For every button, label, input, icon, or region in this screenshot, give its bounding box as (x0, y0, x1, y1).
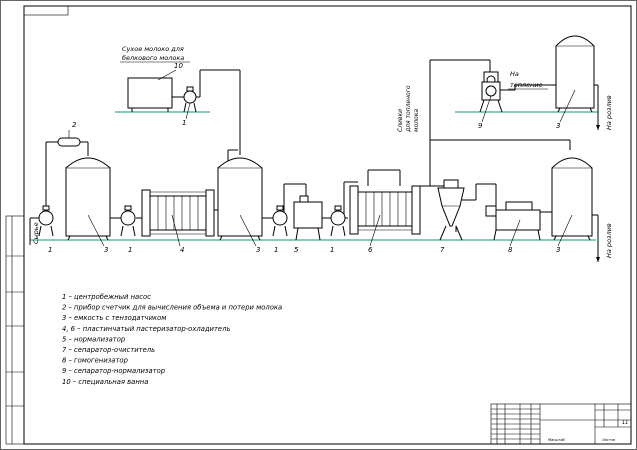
separator-cleaner-7 (437, 179, 465, 241)
label-7: 7 (440, 246, 445, 254)
cream-label-line3: молока (413, 109, 420, 132)
title-block: 11 Листов Масштаб (490, 403, 632, 445)
to-melt-label-line2: топление (510, 81, 543, 89)
label-6: 6 (368, 246, 373, 254)
pump-1-second (120, 205, 136, 237)
pump-1-left (38, 205, 54, 237)
separator-normalizer-9 (479, 71, 503, 113)
raw-milk-label: Сырье (32, 222, 40, 244)
tank-3-third (551, 157, 593, 241)
label-1-b: 1 (128, 246, 132, 254)
label-3-d: 3 (556, 122, 560, 130)
counter-device-2 (57, 130, 81, 147)
homogenizer-8 (485, 201, 541, 241)
normalizer-5 (293, 195, 323, 241)
pump-1-third (272, 205, 288, 237)
label-1-a: 1 (48, 246, 52, 254)
equipment (38, 35, 595, 241)
legend-item: 1 – центробежный насос (62, 293, 151, 301)
legend-item: 5 – нормализатор (62, 335, 125, 343)
label-1-d: 1 (330, 246, 334, 254)
cream-label: Сливки (397, 109, 404, 132)
legend-item: 4, 6 – пластинчатый пастеризатор-охладит… (62, 325, 230, 333)
label-2: 2 (72, 121, 77, 129)
pump-1-fourth (330, 205, 346, 237)
to-bottling-label-top: На розлив (605, 95, 613, 130)
plate-pasteurizer-4 (141, 189, 215, 237)
tank-3-second (217, 157, 263, 241)
label-3-b: 3 (256, 246, 260, 254)
label-3-a: 3 (104, 246, 108, 254)
tank-3-first (65, 150, 111, 241)
label-9: 9 (478, 122, 483, 130)
label-10: 10 (174, 62, 183, 70)
dry-milk-label-line2: белкового молока (122, 54, 184, 62)
label-3-c: 3 (556, 246, 560, 254)
cream-label-line2: для топленого (405, 85, 412, 133)
plate-pasteurizer-6 (349, 185, 421, 235)
legend-item: 10 – специальная ванна (62, 378, 148, 386)
legend: 1 – центробежный насос 2 – прибор счетчик… (62, 293, 282, 386)
label-1-c: 1 (274, 246, 278, 254)
legend-item: 8 – гомогенизатор (62, 357, 128, 365)
legend-item: 7 – сепаратор-очиститель (62, 346, 155, 354)
label-5: 5 (294, 246, 299, 254)
stamp-sheet-number: 11 (622, 420, 628, 426)
label-4: 4 (180, 246, 184, 254)
legend-item: 3 – емкость с тензодатчиком (62, 314, 166, 322)
pump-1-dry-milk (183, 86, 197, 113)
tank-3-top-right (555, 35, 595, 113)
process-flow-diagram: 11 Листов Масштаб На розлив На розлив 1 … (0, 0, 637, 450)
stamp-scale-label: Масштаб (548, 438, 565, 442)
legend-item: 9 – сепаратор-нормализатор (62, 367, 165, 375)
legend-item: 2 – прибор счетчик для вычисления объема… (62, 304, 282, 312)
to-melt-label: На (510, 70, 519, 78)
stamp-sheets-label: Листов (601, 438, 615, 442)
dry-milk-label: Сухое молоко для (122, 45, 184, 53)
special-bath-10 (127, 77, 173, 112)
label-8: 8 (508, 246, 513, 254)
to-bottling-label-bottom: На розлив (605, 223, 613, 258)
label-1-dry: 1 (182, 119, 186, 127)
